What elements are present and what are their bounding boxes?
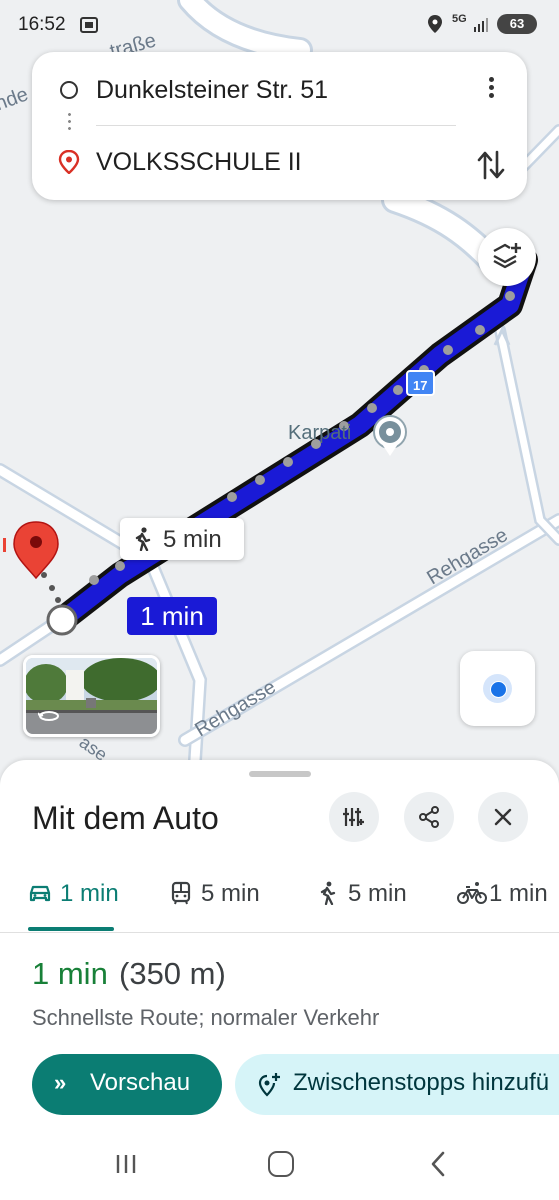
tab-bike[interactable]: 1 min: [457, 878, 557, 928]
car-icon: [29, 885, 51, 902]
drive-time-label: 1 min: [140, 601, 204, 631]
preview-label: Vorschau: [90, 1069, 191, 1096]
my-location-button[interactable]: [460, 651, 535, 726]
origin-field[interactable]: Dunkelsteiner Str. 51: [96, 76, 328, 105]
route-description: Schnellste Route; normaler Verkehr: [32, 1005, 380, 1030]
close-icon: [494, 808, 512, 826]
tab-walk[interactable]: 5 min: [316, 878, 416, 928]
screenshot-icon: [80, 17, 98, 33]
street-label: nde: [0, 83, 31, 115]
preview-button[interactable]: » Vorschau: [32, 1054, 222, 1115]
drag-handle[interactable]: [249, 771, 311, 777]
bike-icon: [457, 882, 487, 904]
route-card: Dunkelsteiner Str. 51 VOLKSSCHULE II: [32, 52, 527, 200]
poi-label-karpati[interactable]: Karpati: [288, 422, 351, 445]
divider: [96, 125, 456, 126]
chevron-double-right-icon: »: [54, 1070, 67, 1095]
share-icon: [419, 806, 439, 828]
layers-icon: [493, 243, 521, 269]
status-bar: 16:52 5G 63: [0, 0, 559, 50]
walk-icon: [135, 527, 151, 551]
route-dots-icon: [68, 111, 71, 133]
dot: [488, 93, 494, 98]
battery-icon: 63: [497, 14, 537, 34]
route-distance: (350 m): [119, 956, 226, 991]
tab-car[interactable]: 1 min: [28, 878, 128, 928]
divider: [0, 932, 559, 933]
tab-bike-label: 1 min: [489, 880, 548, 907]
street-view-image: [26, 658, 157, 734]
recents-icon[interactable]: [114, 1152, 138, 1176]
drive-time-chip[interactable]: 1 min: [127, 597, 217, 635]
tab-transit[interactable]: 5 min: [169, 878, 269, 928]
tab-walk-label: 5 min: [348, 880, 407, 907]
layers-button[interactable]: [478, 228, 536, 286]
my-location-icon: [483, 674, 512, 703]
system-nav-bar: [0, 1128, 559, 1200]
network-type-label: 5G: [452, 13, 467, 25]
add-stops-button[interactable]: Zwischenstopps hinzufü: [235, 1054, 559, 1115]
destination-pin-icon: [58, 150, 80, 174]
dot: [488, 77, 494, 82]
route-duration: 1 min: [32, 956, 108, 991]
origin-circle-icon: [60, 81, 78, 99]
signal-icon: [474, 18, 488, 32]
active-tab-indicator: [28, 927, 114, 931]
back-icon[interactable]: [428, 1150, 448, 1178]
add-stops-label: Zwischenstopps hinzufü: [293, 1069, 550, 1096]
share-button[interactable]: [404, 792, 454, 842]
tab-car-label: 1 min: [60, 880, 119, 907]
more-options-button[interactable]: [478, 74, 504, 106]
tune-icon: [343, 808, 364, 826]
dot: [488, 85, 494, 90]
walk-time-label: 5 min: [163, 526, 222, 553]
walk-time-chip[interactable]: 5 min: [120, 518, 244, 560]
transit-icon: [171, 881, 191, 905]
route-options-button[interactable]: [329, 792, 379, 842]
road-badge-label: 17: [413, 378, 427, 393]
location-status-icon: [428, 15, 442, 33]
street-view-thumbnail[interactable]: [23, 655, 160, 737]
swap-icon[interactable]: [476, 148, 506, 182]
add-location-icon: [258, 1073, 280, 1097]
destination-field[interactable]: VOLKSSCHULE II: [96, 148, 302, 177]
close-button[interactable]: [478, 792, 528, 842]
status-time: 16:52: [18, 14, 66, 35]
walk-icon: [320, 881, 336, 905]
tab-transit-label: 5 min: [201, 880, 260, 907]
home-icon[interactable]: [268, 1151, 294, 1177]
sheet-title: Mit dem Auto: [32, 800, 219, 836]
rotate-360-icon: [38, 711, 59, 721]
